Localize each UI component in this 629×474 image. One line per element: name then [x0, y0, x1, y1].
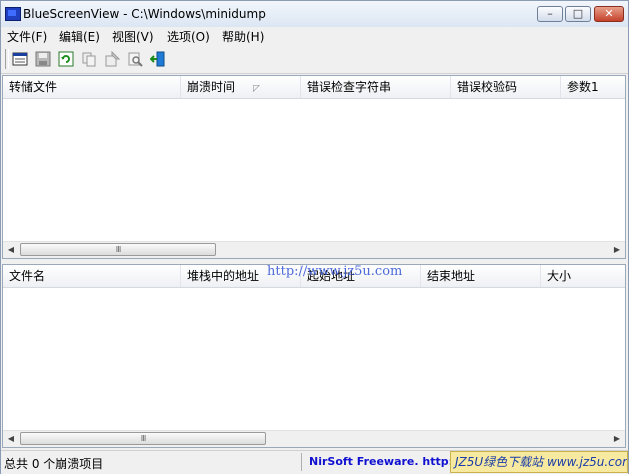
find-icon[interactable]	[127, 51, 143, 67]
refresh-icon[interactable]	[58, 51, 74, 67]
column-header-parameter1[interactable]: 参数1	[561, 76, 625, 98]
column-header-bug-check-code[interactable]: 错误校验码	[451, 76, 561, 98]
driver-list-pane[interactable]: 文件名 堆栈中的地址 起始地址 结束地址 大小 ◀ Ⅲ ▶	[2, 264, 626, 448]
save-icon[interactable]	[35, 51, 51, 67]
driver-list-hscrollbar[interactable]: ◀ Ⅲ ▶	[3, 430, 625, 447]
column-header-to-address[interactable]: 结束地址	[421, 265, 541, 287]
minimize-button[interactable]: –	[537, 6, 563, 22]
crash-list-pane[interactable]: 转储文件 崩溃时间 ◸ 错误检查字符串 错误校验码 参数1 ◀ Ⅲ ▶	[2, 75, 626, 259]
sort-arrow-icon: ◸	[253, 84, 260, 94]
watermark-logo: JZ5U绿色下载站 www.jz5u.com	[450, 451, 628, 473]
column-header-dump-file[interactable]: 转储文件	[3, 76, 181, 98]
menu-edit[interactable]: 编辑(E)	[59, 28, 100, 45]
toolbar	[1, 45, 628, 74]
bluescreen-app-icon	[5, 7, 21, 21]
scroll-grip: Ⅲ	[140, 434, 147, 443]
close-button[interactable]: ✕	[594, 6, 624, 22]
menu-view[interactable]: 视图(V)	[112, 28, 154, 45]
column-header-bug-check-string[interactable]: 错误检查字符串	[301, 76, 451, 98]
scroll-thumb[interactable]: Ⅲ	[20, 243, 216, 256]
title-bar[interactable]: BlueScreenView - C:\Windows\minidump – □…	[1, 1, 628, 27]
menu-bar: 文件(F) 编辑(E) 视图(V) 选项(O) 帮助(H)	[1, 27, 628, 45]
scroll-right-icon[interactable]: ▶	[612, 434, 622, 444]
crash-list-hscrollbar[interactable]: ◀ Ⅲ ▶	[3, 241, 625, 258]
nirsoft-link[interactable]: NirSoft Freeware. http://w	[309, 455, 471, 468]
column-header-crash-time[interactable]: 崩溃时间	[181, 76, 301, 98]
column-header-size[interactable]: 大小	[541, 265, 625, 287]
properties-icon[interactable]	[12, 51, 28, 67]
scroll-thumb[interactable]: Ⅲ	[20, 432, 266, 445]
status-count: 总共 0 个崩溃项目	[4, 457, 104, 471]
scroll-right-icon[interactable]: ▶	[612, 245, 622, 255]
window-title: BlueScreenView - C:\Windows\minidump	[23, 7, 266, 21]
menu-file[interactable]: 文件(F)	[7, 28, 47, 45]
app-window: BlueScreenView - C:\Windows\minidump – □…	[0, 0, 629, 474]
status-separator	[301, 453, 302, 471]
maximize-button[interactable]: □	[565, 6, 591, 22]
crash-list-header: 转储文件 崩溃时间 ◸ 错误检查字符串 错误校验码 参数1	[3, 76, 625, 99]
menu-help[interactable]: 帮助(H)	[222, 28, 264, 45]
scroll-left-icon[interactable]: ◀	[6, 245, 16, 255]
exit-icon[interactable]	[150, 51, 166, 67]
scroll-grip: Ⅲ	[115, 245, 122, 254]
column-header-filename[interactable]: 文件名	[3, 265, 181, 287]
menu-options[interactable]: 选项(O)	[167, 28, 210, 45]
toolbar-separator	[5, 49, 9, 69]
watermark-url: http://www.jz5u.com	[267, 264, 403, 279]
scroll-left-icon[interactable]: ◀	[6, 434, 16, 444]
options-icon[interactable]	[104, 51, 120, 67]
copy-icon[interactable]	[81, 51, 97, 67]
